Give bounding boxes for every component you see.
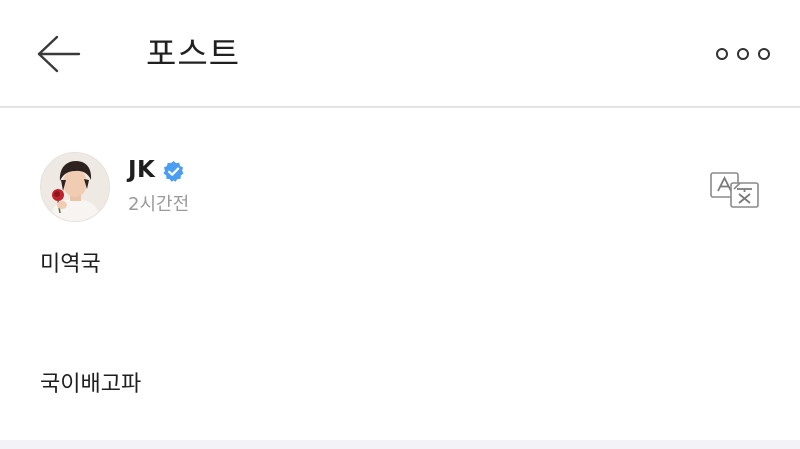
post-timestamp: 2시간전 — [128, 194, 190, 215]
more-dot-icon — [758, 48, 770, 60]
verified-badge-icon — [163, 160, 184, 182]
section-divider — [0, 440, 800, 449]
author-name[interactable]: JK — [128, 156, 155, 184]
top-bar: 포스트 — [0, 0, 800, 108]
more-options-button[interactable] — [716, 38, 770, 70]
post-text-line: 미역국 — [40, 252, 101, 277]
post-text-line: 국이배고파 — [40, 372, 142, 397]
page-title: 포스트 — [146, 34, 241, 73]
more-dot-icon — [737, 48, 749, 60]
post-card: JK 2시간전 미역국 국이배고파 — [0, 110, 800, 440]
more-dot-icon — [716, 48, 728, 60]
avatar-image — [41, 153, 109, 221]
avatar[interactable] — [40, 152, 110, 222]
translate-icon — [710, 172, 759, 208]
arrow-left-icon — [37, 35, 81, 73]
translate-button[interactable] — [710, 172, 760, 208]
back-button[interactable] — [30, 30, 86, 78]
